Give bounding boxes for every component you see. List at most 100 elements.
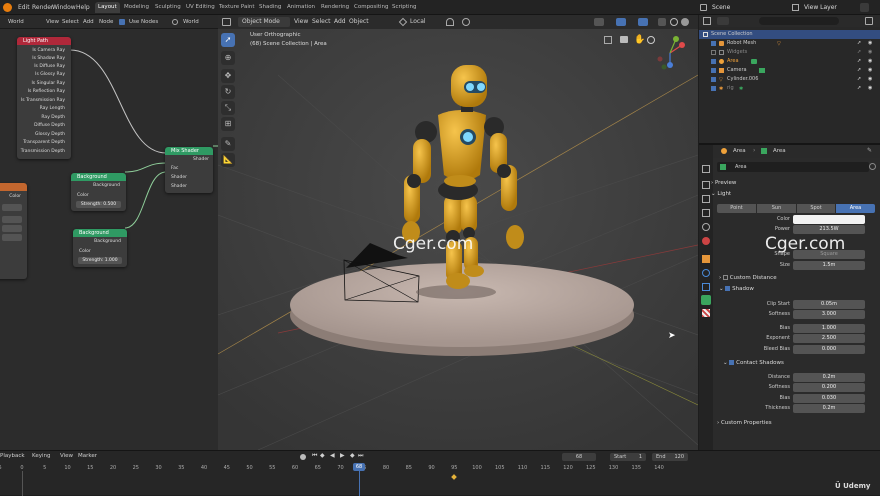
overlay-toggle-icon[interactable] bbox=[638, 18, 648, 26]
custom-distance-checkbox[interactable] bbox=[722, 275, 728, 280]
background-node-2[interactable]: Background Background Color Strength: 1.… bbox=[73, 229, 127, 267]
section-custom-distance[interactable]: › Custom Distance bbox=[719, 274, 777, 283]
light-type-spot[interactable]: Spot bbox=[797, 204, 835, 213]
snap-icon[interactable] bbox=[446, 18, 454, 26]
outliner-row-area[interactable]: Area ➚ ◉ bbox=[699, 57, 880, 66]
eye-icon[interactable]: ◉ bbox=[868, 48, 872, 57]
light-data-tab-icon[interactable] bbox=[701, 295, 711, 305]
prev-keyframe-icon[interactable]: ◆ bbox=[320, 452, 325, 459]
socket-mix-shader-a[interactable]: Shader bbox=[171, 174, 187, 181]
outliner-row-robot-mesh[interactable]: Robot Mesh ▽ ➚ ◉ bbox=[699, 39, 880, 48]
socket-background-1-color[interactable]: Color bbox=[77, 192, 89, 199]
tab-texture-paint[interactable]: Texture Paint bbox=[216, 2, 258, 13]
timeline-ruler[interactable]: -505101520253035404550556065707580859095… bbox=[0, 463, 700, 496]
tab-modeling[interactable]: Modeling bbox=[121, 2, 152, 13]
section-contact-shadows[interactable]: ⌄ Contact Shadows bbox=[723, 359, 784, 368]
contact-distance-field[interactable]: 0.2m bbox=[793, 373, 865, 382]
outliner-row-widgets[interactable]: Widgets ➚ ◉ bbox=[699, 48, 880, 57]
next-keyframe-icon[interactable]: ◆ bbox=[350, 452, 355, 459]
render-tab-icon[interactable] bbox=[702, 181, 710, 189]
outliner-panel[interactable]: Scene Collection Robot Mesh ▽ ➚ ◉ Widget… bbox=[699, 15, 880, 143]
light-size-field[interactable]: 1.5m bbox=[793, 261, 865, 270]
socket-is-camera-ray[interactable]: Is Camera Ray bbox=[32, 47, 65, 54]
tab-scripting[interactable]: Scripting bbox=[389, 2, 419, 13]
checkbox-icon[interactable] bbox=[711, 41, 716, 46]
socket-is-glossy-ray[interactable]: Is Glossy Ray bbox=[35, 71, 65, 78]
socket-is-reflection-ray[interactable]: Is Reflection Ray bbox=[28, 88, 65, 95]
camera-view-icon[interactable] bbox=[620, 36, 628, 43]
world-tab-icon[interactable] bbox=[702, 237, 710, 245]
play-icon[interactable]: ▶ bbox=[340, 452, 345, 459]
tab-uv-editing[interactable]: UV Editing bbox=[183, 2, 218, 13]
background-2-strength[interactable]: Strength: 1.000 bbox=[78, 257, 122, 264]
socket-mix-fac[interactable]: Fac bbox=[171, 165, 178, 172]
light-type-area[interactable]: Area bbox=[836, 204, 875, 213]
scale-tool-icon[interactable]: ⤡ bbox=[221, 101, 235, 115]
object-tab-icon[interactable] bbox=[702, 255, 710, 263]
eye-icon[interactable]: ◉ bbox=[868, 57, 872, 66]
scene-icon[interactable] bbox=[700, 4, 707, 11]
xray-toggle-icon[interactable] bbox=[658, 18, 666, 26]
light-power-field[interactable]: 213.5W bbox=[793, 225, 865, 234]
menu-help[interactable]: Help bbox=[74, 2, 92, 13]
partial-node-field-4[interactable] bbox=[2, 234, 22, 241]
record-button-icon[interactable] bbox=[300, 454, 306, 460]
contact-shadows-checkbox[interactable] bbox=[729, 360, 735, 365]
shadow-checkbox[interactable] bbox=[725, 286, 731, 291]
outliner-row-camera[interactable]: Camera ➚ ◉ bbox=[699, 66, 880, 75]
menu-object[interactable]: Object bbox=[349, 18, 369, 26]
3d-viewport[interactable]: Object Mode View Select Add Object Local… bbox=[218, 15, 698, 450]
transform-tool-icon[interactable]: ⊞ bbox=[221, 117, 235, 131]
physics-tab-icon[interactable] bbox=[702, 269, 710, 277]
outliner-editor-icon[interactable] bbox=[703, 17, 711, 25]
tab-layout[interactable]: Layout bbox=[95, 2, 120, 13]
socket-glossy-depth[interactable]: Glossy Depth bbox=[35, 131, 65, 138]
socket-diffuse-depth[interactable]: Diffuse Depth bbox=[34, 122, 65, 129]
editor-type-icon[interactable] bbox=[222, 18, 231, 26]
orientation-icon[interactable] bbox=[398, 17, 408, 27]
scene-selector[interactable]: Scene bbox=[712, 2, 730, 13]
partial-node-field-1[interactable] bbox=[2, 204, 22, 211]
checkbox-icon[interactable] bbox=[711, 86, 716, 91]
rotate-tool-icon[interactable]: ↻ bbox=[221, 85, 235, 99]
socket-ray-length[interactable]: Ray Length bbox=[40, 105, 65, 112]
pin-icon[interactable]: ✎ bbox=[867, 147, 872, 154]
background-1-strength[interactable]: Strength: 0.500 bbox=[76, 201, 121, 208]
outliner-row-rig[interactable]: ✱ rig ✱ ➚ ◉ bbox=[699, 84, 880, 93]
timeline-panel[interactable]: Playback Keying View Marker ⏮ ◆ ◀ ▶ ◆ ⏭ … bbox=[0, 450, 880, 496]
gizmo-toggle-icon[interactable] bbox=[616, 18, 626, 26]
partial-texture-node[interactable]: Color bbox=[0, 183, 27, 279]
eye-icon[interactable]: ◉ bbox=[868, 66, 872, 75]
zoom-view-icon[interactable] bbox=[647, 36, 655, 44]
timeline-marker-menu[interactable]: Marker bbox=[78, 453, 97, 459]
proportional-edit-icon[interactable] bbox=[462, 18, 470, 26]
tab-sculpting[interactable]: Sculpting bbox=[152, 2, 184, 13]
tab-shading[interactable]: Shading bbox=[256, 2, 284, 13]
socket-is-transmission-ray[interactable]: Is Transmission Ray bbox=[21, 97, 65, 104]
socket-is-shadow-ray[interactable]: Is Shadow Ray bbox=[32, 55, 65, 62]
tool-tab-icon[interactable] bbox=[702, 165, 710, 173]
shadow-bleed-bias-field[interactable]: 0.000 bbox=[793, 345, 865, 354]
blender-logo-icon[interactable] bbox=[3, 3, 12, 12]
timeline-playback-menu[interactable]: Playback bbox=[0, 453, 25, 459]
constraints-tab-icon[interactable] bbox=[702, 283, 710, 291]
toggle-quad-view-icon[interactable] bbox=[604, 36, 612, 44]
play-reverse-icon[interactable]: ◀ bbox=[330, 452, 335, 459]
orientation-dropdown[interactable]: Local bbox=[410, 18, 426, 26]
select-arrow-icon[interactable]: ➚ bbox=[857, 66, 861, 75]
checkbox-icon[interactable] bbox=[711, 77, 716, 82]
view-layer-tab-icon[interactable] bbox=[702, 209, 710, 217]
shading-solid-icon[interactable] bbox=[681, 18, 689, 26]
tab-rendering[interactable]: Rendering bbox=[318, 2, 352, 13]
checkbox-icon[interactable] bbox=[711, 50, 716, 55]
checkbox-icon[interactable] bbox=[711, 68, 716, 73]
contact-thickness-field[interactable]: 0.2m bbox=[793, 404, 865, 413]
select-arrow-icon[interactable]: ➚ bbox=[857, 39, 861, 48]
visibility-icon[interactable] bbox=[594, 18, 604, 26]
pan-view-icon[interactable]: ✋ bbox=[634, 35, 645, 45]
shadow-bias-field[interactable]: 1.000 bbox=[793, 324, 865, 333]
current-frame-field[interactable]: 68 bbox=[562, 453, 596, 461]
section-custom-properties[interactable]: › Custom Properties bbox=[717, 419, 772, 428]
annotate-tool-icon[interactable]: ✎ bbox=[221, 137, 235, 151]
output-tab-icon[interactable] bbox=[702, 195, 710, 203]
